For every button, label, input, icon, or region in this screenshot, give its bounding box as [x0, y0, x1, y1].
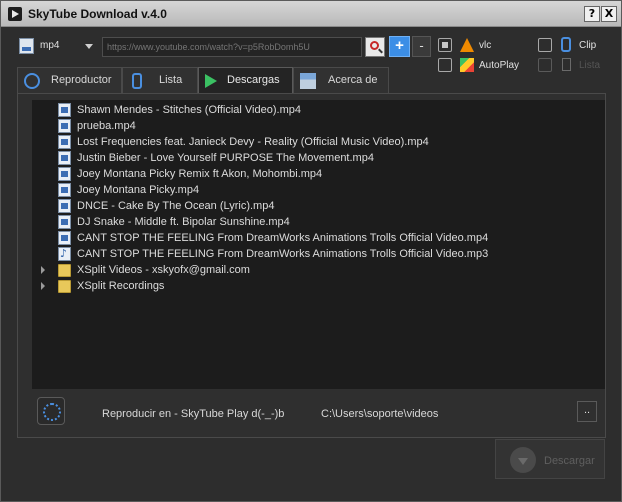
file-item[interactable]: Lost Frequencies feat. Janieck Devy - Re… [32, 134, 605, 150]
vlc-cone-icon [460, 38, 474, 52]
file-item[interactable]: Joey Montana Picky Remix ft Akon, Mohomb… [32, 166, 605, 182]
file-name: DNCE - Cake By The Ocean (Lyric).mp4 [77, 200, 275, 212]
file-name: CANT STOP THE FEELING From DreamWorks An… [77, 248, 489, 260]
building-icon [300, 73, 316, 89]
file-item[interactable]: prueba.mp4 [32, 118, 605, 134]
title-bar: SkyTube Download v.4.0 ? X [1, 1, 621, 27]
remove-button[interactable]: - [412, 36, 431, 57]
format-value: mp4 [40, 40, 60, 51]
add-button[interactable]: + [389, 36, 410, 57]
clip-label: Clip [579, 40, 597, 51]
file-name: Joey Montana Picky.mp4 [77, 184, 200, 196]
video-file-icon [58, 199, 71, 213]
tab-lista[interactable]: Lista [122, 67, 198, 93]
file-name: Justin Bieber - Love Yourself PURPOSE Th… [77, 152, 374, 164]
file-name: XSplit Videos - xskyofx@gmail.com [77, 264, 250, 276]
clipboard-icon [132, 73, 142, 89]
vlc-checkbox[interactable] [438, 38, 452, 52]
file-tree[interactable]: Shawn Mendes - Stitches (Official Video)… [32, 100, 605, 389]
file-item[interactable]: DJ Snake - Middle ft. Bipolar Sunshine.m… [32, 214, 605, 230]
player-circle-icon [24, 73, 40, 89]
video-file-icon [58, 183, 71, 197]
player-info: Reproducir en - SkyTube Play d(-_-)b [102, 408, 285, 420]
file-name: CANT STOP THE FEELING From DreamWorks An… [77, 232, 489, 244]
window-title: SkyTube Download v.4.0 [28, 7, 167, 21]
audio-file-icon [58, 247, 71, 261]
clip-checkbox[interactable] [538, 38, 552, 52]
file-name: Shawn Mendes - Stitches (Official Video)… [77, 104, 301, 116]
list-checkbox[interactable] [538, 58, 552, 72]
expand-arrow-icon[interactable] [41, 266, 45, 274]
clipboard-icon [561, 37, 571, 52]
folder-item[interactable]: XSplit Recordings [32, 278, 605, 294]
file-name: Joey Montana Picky Remix ft Akon, Mohomb… [77, 168, 323, 180]
downloads-panel: Shawn Mendes - Stitches (Official Video)… [17, 93, 606, 438]
player-select-button[interactable] [37, 397, 65, 425]
expand-arrow-icon[interactable] [41, 282, 45, 290]
play-store-icon [460, 58, 474, 72]
folder-icon [58, 280, 71, 293]
close-button[interactable]: X [601, 6, 617, 22]
list-icon [562, 58, 571, 71]
autoplay-checkbox[interactable] [438, 58, 452, 72]
app-window: SkyTube Download v.4.0 ? X mp4 + - vlc A… [0, 0, 622, 502]
browse-folder-button[interactable]: .. [577, 401, 597, 422]
tab-acerca-de[interactable]: Acerca de [293, 67, 389, 93]
file-name: prueba.mp4 [77, 120, 136, 132]
help-button[interactable]: ? [584, 6, 600, 22]
tab-descargas[interactable]: Descargas [198, 67, 293, 93]
app-logo-icon [8, 7, 22, 21]
tab-label: Descargas [227, 74, 280, 86]
download-label: Descargar [544, 455, 595, 467]
tab-label: Reproductor [51, 74, 112, 86]
file-item[interactable]: Shawn Mendes - Stitches (Official Video)… [32, 102, 605, 118]
vlc-label: vlc [479, 40, 492, 51]
file-item[interactable]: CANT STOP THE FEELING From DreamWorks An… [32, 230, 605, 246]
file-name: Lost Frequencies feat. Janieck Devy - Re… [77, 136, 429, 148]
chevron-down-icon [85, 44, 93, 49]
video-format-icon [19, 38, 34, 54]
search-button[interactable] [365, 37, 385, 57]
folder-item[interactable]: XSplit Videos - xskyofx@gmail.com [32, 262, 605, 278]
video-file-icon [58, 119, 71, 133]
tab-label: Acerca de [328, 74, 378, 86]
autoplay-label: AutoPlay [479, 60, 520, 71]
file-name: DJ Snake - Middle ft. Bipolar Sunshine.m… [77, 216, 290, 228]
file-name: XSplit Recordings [77, 280, 165, 292]
url-input[interactable] [102, 37, 362, 57]
video-file-icon [58, 167, 71, 181]
format-select[interactable]: mp4 [36, 37, 96, 56]
video-file-icon [58, 151, 71, 165]
download-cloud-icon [510, 447, 536, 473]
tab-label: Lista [159, 74, 183, 86]
file-item[interactable]: DNCE - Cake By The Ocean (Lyric).mp4 [32, 198, 605, 214]
file-item[interactable]: Joey Montana Picky.mp4 [32, 182, 605, 198]
download-path: C:\Users\soporte\videos [321, 408, 439, 420]
folder-icon [58, 264, 71, 277]
list-label: Lista [579, 60, 601, 71]
play-store-icon [205, 74, 217, 88]
tab-reproductor[interactable]: Reproductor [17, 67, 122, 93]
file-item[interactable]: CANT STOP THE FEELING From DreamWorks An… [32, 246, 605, 262]
download-button[interactable]: Descargar [495, 439, 605, 479]
video-file-icon [58, 103, 71, 117]
video-file-icon [58, 231, 71, 245]
file-item[interactable]: Justin Bieber - Love Yourself PURPOSE Th… [32, 150, 605, 166]
video-file-icon [58, 215, 71, 229]
video-file-icon [58, 135, 71, 149]
